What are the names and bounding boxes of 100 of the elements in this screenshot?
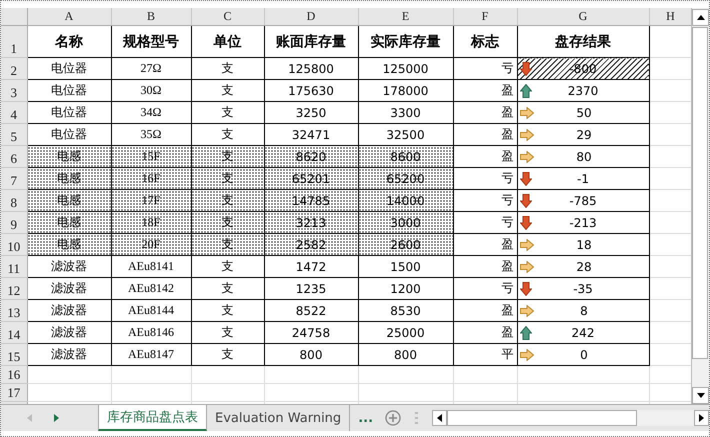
more-sheets-button[interactable]: ... <box>358 410 374 426</box>
scroll-right-button[interactable] <box>694 410 709 426</box>
sheet-tab[interactable]: 库存商品盘点表 <box>98 405 207 431</box>
table-cell: 滤波器 <box>27 278 111 300</box>
column-header[interactable]: H <box>649 8 691 26</box>
table-cell: 支 <box>191 80 264 102</box>
table-cell: 电位器 <box>27 80 111 102</box>
row-header[interactable]: 6 <box>1 146 27 168</box>
column-header[interactable]: B <box>111 8 191 26</box>
table-cell: 17F <box>111 190 191 212</box>
table-cell: 178000 <box>358 80 453 102</box>
scroll-up-button[interactable] <box>692 9 709 26</box>
table-cell: AEu8147 <box>111 344 191 366</box>
header-cell: 名称 <box>27 26 111 58</box>
table-cell: 25000 <box>358 322 453 344</box>
table-cell: 支 <box>191 234 264 256</box>
row-header[interactable]: 8 <box>1 190 27 212</box>
table-cell: 30Ω <box>111 80 191 102</box>
table-cell: 盈 <box>453 234 517 256</box>
table-cell: 亏 <box>453 278 517 300</box>
column-header[interactable]: G <box>517 8 649 26</box>
table-cell: 支 <box>191 190 264 212</box>
add-sheet-icon[interactable] <box>385 410 402 426</box>
scroll-left-button[interactable] <box>432 410 448 426</box>
table-cell: 亏 <box>453 168 517 190</box>
previous-sheet-icon[interactable] <box>27 414 32 422</box>
table-cell: 65200 <box>358 168 453 190</box>
column-header[interactable]: E <box>358 8 453 26</box>
table-cell: 175630 <box>264 80 358 102</box>
table-cell: 盈 <box>453 300 517 322</box>
column-header[interactable]: F <box>453 8 517 26</box>
table-cell: 1200 <box>358 278 453 300</box>
table-cell: AEu8141 <box>111 256 191 278</box>
result-value: -785 <box>568 194 598 208</box>
table-cell: 14000 <box>358 190 453 212</box>
table-cell: 支 <box>191 58 264 80</box>
row-header[interactable]: 16 <box>1 366 27 384</box>
result-value: 50 <box>575 106 593 120</box>
table-cell: 盈 <box>453 322 517 344</box>
table-cell: 支 <box>191 322 264 344</box>
row-header[interactable]: 2 <box>1 58 27 80</box>
next-sheet-icon[interactable] <box>54 414 59 422</box>
table-cell: 盈 <box>453 124 517 146</box>
table-cell: 电位器 <box>27 102 111 124</box>
table-cell: 3300 <box>358 102 453 124</box>
table-cell: 支 <box>191 212 264 234</box>
column-header[interactable]: D <box>264 8 358 26</box>
table-cell: 125800 <box>264 58 358 80</box>
row-header[interactable]: 5 <box>1 124 27 146</box>
table-cell: 8530 <box>358 300 453 322</box>
header-cell: 规格型号 <box>111 26 191 58</box>
column-header[interactable]: A <box>27 8 111 26</box>
table-cell: 800 <box>264 344 358 366</box>
row-header[interactable]: 15 <box>1 344 27 366</box>
header-cell: 账面库存量 <box>264 26 358 58</box>
table-cell: AEu8142 <box>111 278 191 300</box>
table-cell: 800 <box>358 344 453 366</box>
table-cell: 2600 <box>358 234 453 256</box>
scroll-thumb[interactable] <box>692 27 708 359</box>
table-cell: 14785 <box>264 190 358 212</box>
row-header[interactable]: 13 <box>1 300 27 322</box>
table-cell: 滤波器 <box>27 322 111 344</box>
right-triangle-icon <box>699 414 704 422</box>
row-header[interactable]: 7 <box>1 168 27 190</box>
table-cell: 电感 <box>27 146 111 168</box>
row-header[interactable]: 3 <box>1 80 27 102</box>
result-value: 2370 <box>566 84 600 98</box>
table-cell: 支 <box>191 102 264 124</box>
row-header[interactable]: 4 <box>1 102 27 124</box>
table-cell: 8620 <box>264 146 358 168</box>
row-header[interactable]: 9 <box>1 212 27 234</box>
row-header[interactable]: 10 <box>1 234 27 256</box>
table-cell: 支 <box>191 300 264 322</box>
table-cell: 3213 <box>264 212 358 234</box>
result-value: 242 <box>570 326 596 340</box>
table-cell: 滤波器 <box>27 344 111 366</box>
table-cell: 盈 <box>453 102 517 124</box>
table-cell: 1472 <box>264 256 358 278</box>
table-cell: 27Ω <box>111 58 191 80</box>
splitter-handle-icon[interactable] <box>415 412 418 424</box>
row-header[interactable]: 1 <box>1 26 27 58</box>
table-cell: 亏 <box>453 212 517 234</box>
result-value: -1 <box>576 172 590 186</box>
header-cell: 标志 <box>453 26 517 58</box>
table-cell: 支 <box>191 278 264 300</box>
scroll-thumb[interactable] <box>447 410 638 426</box>
column-header[interactable]: C <box>191 8 264 26</box>
row-header[interactable]: 12 <box>1 278 27 300</box>
table-cell: 盈 <box>453 256 517 278</box>
row-header[interactable]: 11 <box>1 256 27 278</box>
result-value: 8 <box>579 304 589 318</box>
row-header[interactable]: 17 <box>1 384 27 402</box>
table-cell: 16F <box>111 168 191 190</box>
row-header[interactable]: 14 <box>1 322 27 344</box>
table-cell: 电感 <box>27 168 111 190</box>
header-cell: 实际库存量 <box>358 26 453 58</box>
table-cell: 支 <box>191 146 264 168</box>
table-cell: 电位器 <box>27 58 111 80</box>
table-cell: 3000 <box>358 212 453 234</box>
scroll-down-button[interactable] <box>692 387 709 404</box>
